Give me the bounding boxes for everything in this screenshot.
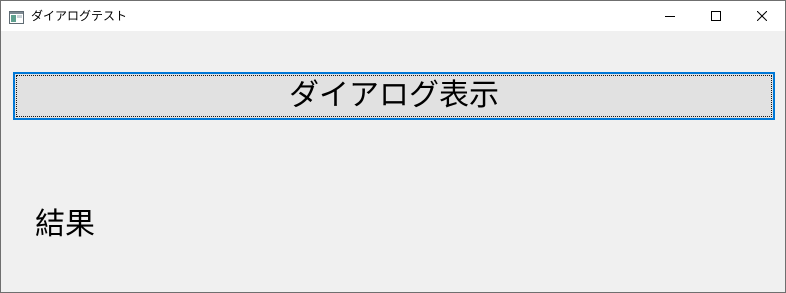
maximize-icon — [711, 11, 721, 21]
close-button[interactable] — [739, 1, 785, 31]
window-app-icon[interactable] — [9, 9, 24, 24]
result-label: 結果 — [35, 207, 95, 242]
close-icon — [757, 11, 767, 21]
window-title: ダイアログテスト — [31, 9, 128, 23]
title-bar[interactable]: ダイアログテスト — [1, 1, 785, 31]
show-dialog-button-label: ダイアログ表示 — [289, 79, 499, 112]
maximize-button[interactable] — [693, 1, 739, 31]
minimize-icon — [665, 16, 675, 17]
app-window: ダイアログテスト ダイアログ表示 結果 — [0, 0, 786, 293]
show-dialog-button[interactable]: ダイアログ表示 — [13, 72, 775, 120]
minimize-button[interactable] — [647, 1, 693, 31]
client-area: ダイアログ表示 結果 — [1, 31, 785, 292]
